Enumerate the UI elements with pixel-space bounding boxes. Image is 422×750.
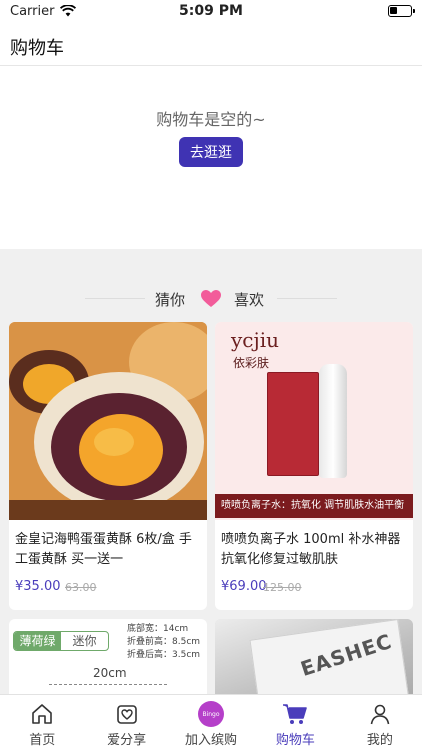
user-icon [370,704,390,725]
tab-home-label: 首页 [29,733,56,748]
cart-icon [283,704,308,724]
spec-line: 底部宽：14cm [127,624,189,634]
brand-logo: ycjiu [231,328,279,352]
guess-left-text: 猜你 [155,291,186,309]
color-tag-active[interactable]: 薄荷绿 [14,632,61,650]
empty-cart-text: 购物车是空的~ [156,110,266,129]
product-bottle [319,364,347,478]
product-price: ¥69.00 [221,579,267,594]
size-tag[interactable]: 迷你 [61,632,108,650]
tab-share-label: 爱分享 [107,733,147,748]
spec-list: 底部宽：14cm 折叠前高：8.5cm 折叠后高：3.5cm [127,623,200,662]
tab-profile-label: 我的 [366,733,393,748]
product-card[interactable]: 薄荷绿 迷你 底部宽：14cm 折叠前高：8.5cm 折叠后高：3.5cm 20… [9,619,207,694]
tab-cart-label: 购物车 [275,733,315,748]
product-card[interactable]: ycjiu 依彩肤 喷喷负离子水：抗氧化 调节肌肤水油平衡 喷喷负离子水 100… [215,322,413,610]
tab-cart[interactable]: 购物车 [253,695,337,750]
wifi-icon [60,5,77,17]
spec-line: 折叠前高：8.5cm [127,637,201,647]
tab-bar: 首页 爱分享 Bingo 加入缤购 购物车 我的 [0,694,422,750]
home-icon [32,704,53,724]
product-old-price: 63.00 [65,581,97,594]
tab-share[interactable]: 爱分享 [84,695,168,750]
product-card[interactable]: 金皇记海鸭蛋蛋黄酥 6枚/盒 手工蛋黄酥 买一送一 ¥35.00 63.00 [9,322,207,610]
product-image-pastry [9,322,207,520]
heart-icon [201,290,221,307]
status-bar: Carrier 5:09 PM [0,0,422,22]
guess-right-text: 喜欢 [234,291,265,309]
divider-line-right [277,298,337,299]
product-image-toner: ycjiu 依彩肤 喷喷负离子水：抗氧化 调节肌肤水油平衡 [215,322,413,520]
bingo-badge-icon: Bingo [198,701,225,727]
tab-join[interactable]: Bingo 加入缤购 [169,695,253,750]
tab-profile[interactable]: 我的 [338,695,422,750]
bingo-badge-text: Bingo [202,710,220,718]
brand-name: 依彩肤 [233,356,270,370]
product-old-price: 125.00 [263,581,302,594]
guess-header: 猜你 喜欢 [0,287,422,311]
go-shopping-button[interactable]: 去逛逛 [179,137,243,167]
product-banner: 喷喷负离子水：抗氧化 调节肌肤水油平衡 [215,494,413,518]
battery-icon [388,5,415,17]
tab-join-label: 加入缤购 [185,733,238,748]
pastry-illustration [9,322,207,520]
page-title: 购物车 [10,38,64,59]
recommend-section: 猜你 喜欢 金皇记海鸭蛋蛋黄酥 6枚/盒 手工蛋黄酥 买一送一 ¥35.00 6… [0,249,422,694]
product-title: 金皇记海鸭蛋蛋黄酥 6枚/盒 手工蛋黄酥 买一送一 [15,532,192,567]
divider-line-left [85,298,145,299]
tab-home[interactable]: 首页 [0,695,84,750]
empty-cart-section: 购物车是空的~ 去逛逛 [0,66,422,249]
carrier-label: Carrier [10,3,55,19]
product-card[interactable]: EASHEC [215,619,413,694]
share-heart-icon [116,705,137,724]
product-box [267,372,319,476]
product-price: ¥35.00 [15,579,61,594]
spec-line: 折叠后高：3.5cm [127,650,201,660]
width-label: 20cm [93,666,127,680]
color-tag-group: 薄荷绿 迷你 [13,631,109,651]
width-dimension-line [49,684,167,685]
product-title: 喷喷负离子水 100ml 补水神器抗氧化修复过敏肌肤 [221,532,401,567]
